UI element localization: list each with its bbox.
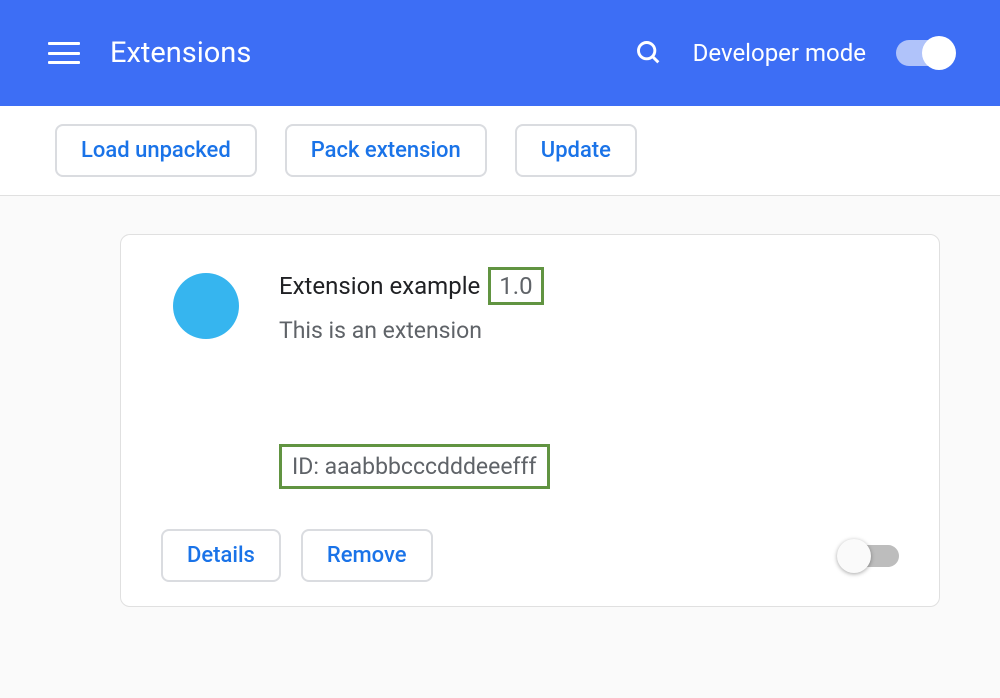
page-title: Extensions (110, 36, 635, 70)
update-button[interactable]: Update (515, 124, 637, 177)
developer-mode-toggle[interactable] (896, 40, 952, 66)
load-unpacked-button[interactable]: Load unpacked (55, 124, 257, 177)
remove-button[interactable]: Remove (301, 529, 433, 582)
extension-card: Extension example 1.0 This is an extensi… (120, 234, 940, 607)
developer-mode-label: Developer mode (693, 39, 866, 67)
pack-extension-button[interactable]: Pack extension (285, 124, 487, 177)
menu-icon[interactable] (48, 42, 80, 64)
extension-version: 1.0 (488, 267, 543, 305)
search-icon[interactable] (635, 39, 663, 67)
extension-name: Extension example (279, 272, 480, 300)
extension-description: This is an extension (279, 317, 899, 344)
details-button[interactable]: Details (161, 529, 281, 582)
content-area: Extension example 1.0 This is an extensi… (0, 196, 1000, 645)
header: Extensions Developer mode (0, 0, 1000, 106)
extension-icon (173, 273, 239, 339)
developer-toolbar: Load unpacked Pack extension Update (0, 106, 1000, 196)
extension-enable-toggle[interactable] (843, 545, 899, 567)
extension-id: ID: aaabbbcccdddeeefff (279, 444, 550, 489)
